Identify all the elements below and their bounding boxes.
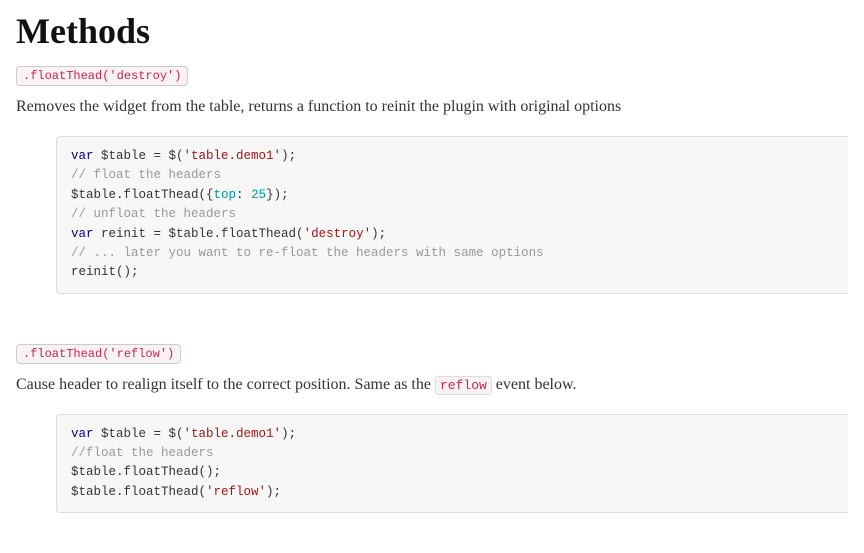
code-token: reinit(); xyxy=(71,265,139,279)
code-line: var $table = $('table.demo1'); xyxy=(71,425,834,444)
method-tag-destroy: .floatThead('destroy') xyxy=(16,66,188,86)
code-token: $table = $( xyxy=(94,149,184,163)
code-token: $table.floatThead(); xyxy=(71,465,221,479)
code-token: $table.floatThead({ xyxy=(71,188,214,202)
desc-text: Cause header to realign itself to the co… xyxy=(16,376,435,393)
desc-text: event below. xyxy=(492,376,577,393)
code-line: reinit(); xyxy=(71,263,834,282)
code-line: // unfloat the headers xyxy=(71,205,834,224)
page-title: Methods xyxy=(16,10,848,52)
code-token: ); xyxy=(371,227,386,241)
desc-text: Removes the widget from the table, retur… xyxy=(16,98,621,115)
code-token: : xyxy=(236,188,251,202)
code-token: // ... later you want to re-float the he… xyxy=(71,246,544,260)
method-section: .floatThead('reflow') Cause header to re… xyxy=(16,344,848,514)
method-desc: Cause header to realign itself to the co… xyxy=(16,376,848,394)
code-line: var $table = $('table.demo1'); xyxy=(71,147,834,166)
code-token: 'table.demo1' xyxy=(184,427,282,441)
code-line: $table.floatThead('reflow'); xyxy=(71,483,834,502)
code-token: $table.floatThead( xyxy=(71,485,206,499)
method-tag-reflow: .floatThead('reflow') xyxy=(16,344,181,364)
code-line: // ... later you want to re-float the he… xyxy=(71,244,834,263)
code-token: ); xyxy=(281,149,296,163)
code-token: ); xyxy=(281,427,296,441)
code-token: 'reflow' xyxy=(206,485,266,499)
code-line: $table.floatThead(); xyxy=(71,463,834,482)
code-token: ); xyxy=(266,485,281,499)
method-desc: Removes the widget from the table, retur… xyxy=(16,98,848,116)
code-token: var xyxy=(71,427,94,441)
code-line: var reinit = $table.floatThead('destroy'… xyxy=(71,225,834,244)
code-token: top xyxy=(214,188,237,202)
code-token: 'table.demo1' xyxy=(184,149,282,163)
code-token: 'destroy' xyxy=(304,227,372,241)
code-token: //float the headers xyxy=(71,446,214,460)
code-token: var xyxy=(71,227,94,241)
code-line: //float the headers xyxy=(71,444,834,463)
code-token: // float the headers xyxy=(71,168,221,182)
code-token: reinit = $table.floatThead( xyxy=(94,227,304,241)
code-line: // float the headers xyxy=(71,166,834,185)
code-token: $table = $( xyxy=(94,427,184,441)
code-token: var xyxy=(71,149,94,163)
method-section: .floatThead('destroy') Removes the widge… xyxy=(16,66,848,294)
inline-code-reflow: reflow xyxy=(435,376,492,395)
code-block: var $table = $('table.demo1'); //float th… xyxy=(56,414,848,514)
code-token: }); xyxy=(266,188,289,202)
code-block: var $table = $('table.demo1'); // float t… xyxy=(56,136,848,294)
code-token: 25 xyxy=(251,188,266,202)
code-line: $table.floatThead({top: 25}); xyxy=(71,186,834,205)
code-token: // unfloat the headers xyxy=(71,207,236,221)
